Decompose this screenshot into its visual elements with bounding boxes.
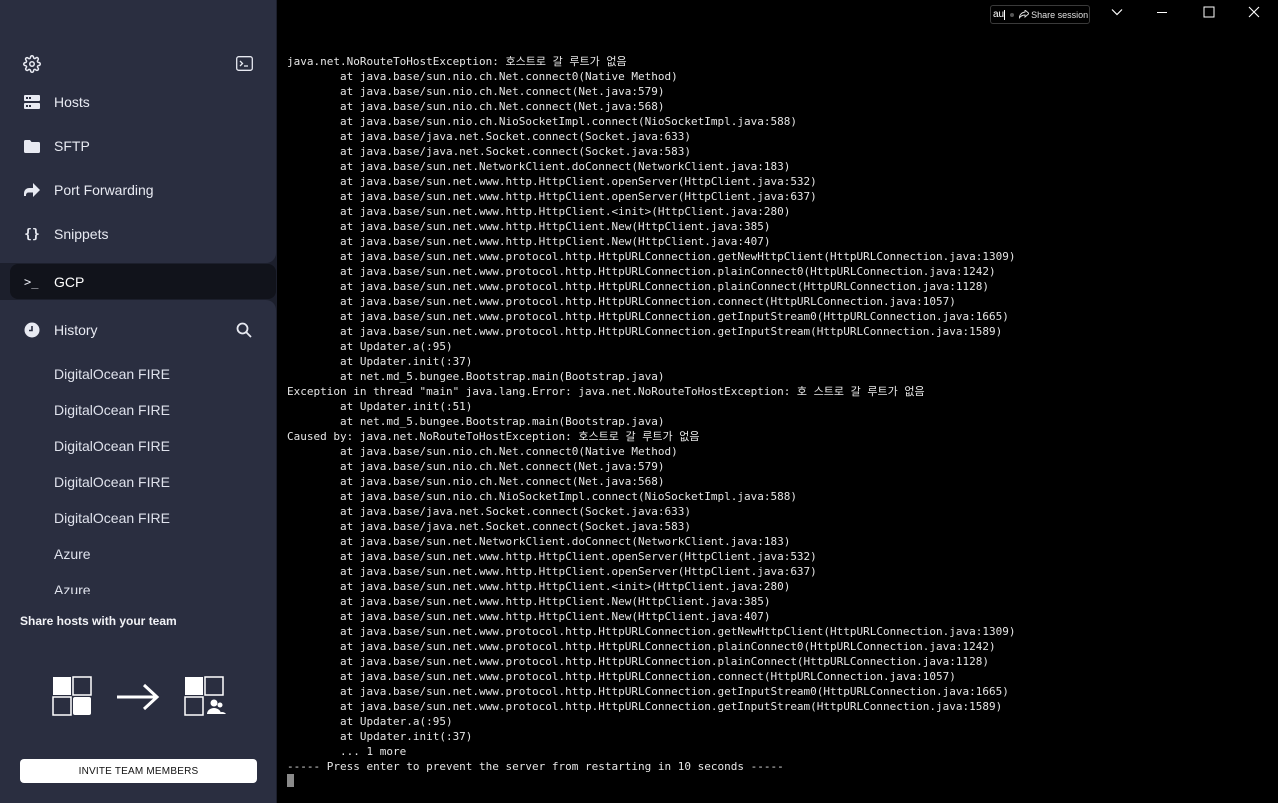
- terminal-line: at Updater.a(:95): [287, 715, 453, 728]
- terminal-line: Exception in thread "main" java.lang.Err…: [287, 385, 925, 398]
- search-session-box[interactable]: au Share session: [990, 5, 1090, 24]
- search-icon[interactable]: [236, 322, 252, 338]
- nav-gcp-label: GCP: [54, 273, 85, 290]
- terminal-icon[interactable]: [236, 56, 253, 71]
- history-item[interactable]: DigitalOcean FIRE: [0, 464, 276, 500]
- terminal-line: at java.base/sun.net.www.protocol.http.H…: [287, 700, 1003, 713]
- nav-sftp[interactable]: SFTP: [0, 126, 276, 166]
- terminal-line: at Updater.init(:37): [287, 355, 473, 368]
- terminal-line: at Updater.init(:51): [287, 400, 473, 413]
- terminal-line: at net.md_5.bungee.Bootstrap.main(Bootst…: [287, 370, 665, 383]
- history-list: DigitalOcean FIRE DigitalOcean FIRE Digi…: [0, 356, 276, 594]
- hosts-grid-icon: [52, 676, 92, 716]
- terminal-line: at java.base/sun.net.NetworkClient.doCon…: [287, 160, 791, 173]
- titlebar: au Share session: [277, 0, 1278, 28]
- terminal-line: at java.base/sun.net.www.protocol.http.H…: [287, 625, 1016, 638]
- hosts-icon: [23, 93, 41, 111]
- close-icon[interactable]: [1247, 5, 1261, 19]
- terminal-cursor: [287, 774, 294, 787]
- sidebar: Hosts SFTP Port Forwarding {} Snippets >…: [0, 0, 277, 803]
- terminal-line: at java.base/sun.net.www.http.HttpClient…: [287, 610, 771, 623]
- port-forward-icon: [23, 181, 41, 199]
- terminal-line: at java.base/sun.net.www.protocol.http.H…: [287, 295, 956, 308]
- terminal-line: at java.base/sun.nio.ch.Net.connect0(Nat…: [287, 445, 678, 458]
- share-illustration: [52, 676, 226, 716]
- nav-sftp-label: SFTP: [54, 138, 90, 154]
- history-item[interactable]: DigitalOcean FIRE: [0, 356, 276, 392]
- terminal-line: at java.base/sun.net.www.protocol.http.H…: [287, 265, 996, 278]
- history-item[interactable]: DigitalOcean FIRE: [0, 428, 276, 464]
- terminal-line: at java.base/sun.nio.ch.Net.connect(Net.…: [287, 100, 665, 113]
- search-input[interactable]: au: [993, 9, 1004, 20]
- terminal-line: java.net.NoRouteToHostException: 호스트로 갈 …: [287, 55, 627, 68]
- terminal-line: at java.base/sun.net.www.protocol.http.H…: [287, 655, 989, 668]
- gear-icon[interactable]: [23, 55, 41, 73]
- history-item[interactable]: DigitalOcean FIRE: [0, 500, 276, 536]
- minimize-icon[interactable]: [1155, 5, 1169, 19]
- sidebar-nav-panel: Hosts SFTP Port Forwarding {} Snippets: [0, 0, 276, 263]
- separator-dot: [1010, 12, 1015, 17]
- terminal-line: at java.base/sun.net.www.protocol.http.H…: [287, 325, 1003, 338]
- terminal-prompt-icon: >_: [24, 274, 39, 289]
- terminal-line: at java.base/sun.nio.ch.NioSocketImpl.co…: [287, 490, 797, 503]
- terminal-line: at java.base/sun.net.www.http.HttpClient…: [287, 565, 817, 578]
- terminal-line: ----- Press enter to prevent the server …: [287, 760, 784, 773]
- terminal-line: at java.base/sun.net.www.protocol.http.H…: [287, 685, 1009, 698]
- team-hosts-icon: [184, 676, 226, 716]
- chevron-down-icon[interactable]: [1110, 5, 1124, 19]
- terminal-line: at java.base/sun.net.www.protocol.http.H…: [287, 250, 1016, 263]
- nav-hosts[interactable]: Hosts: [0, 82, 276, 122]
- nav-gcp-active[interactable]: >_ GCP: [10, 264, 276, 299]
- terminal-line: ... 1 more: [287, 745, 407, 758]
- share-session-label[interactable]: Share session: [1031, 10, 1088, 20]
- terminal-line: at java.base/sun.net.www.http.HttpClient…: [287, 550, 817, 563]
- terminal-output[interactable]: java.net.NoRouteToHostException: 호스트로 갈 …: [287, 54, 1015, 774]
- terminal-line: at java.base/sun.net.www.http.HttpClient…: [287, 235, 771, 248]
- terminal-line: at java.base/sun.nio.ch.Net.connect(Net.…: [287, 85, 665, 98]
- terminal-line: at java.base/sun.net.www.http.HttpClient…: [287, 220, 771, 233]
- share-icon: [1019, 10, 1030, 19]
- terminal-line: at java.base/java.net.Socket.connect(Soc…: [287, 520, 691, 533]
- terminal-line: at net.md_5.bungee.Bootstrap.main(Bootst…: [287, 415, 665, 428]
- invite-team-members-button[interactable]: INVITE TEAM MEMBERS: [20, 759, 257, 783]
- terminal-line: at Updater.a(:95): [287, 340, 453, 353]
- history-item[interactable]: Azure: [0, 536, 276, 572]
- terminal-line: at java.base/sun.net.www.http.HttpClient…: [287, 175, 817, 188]
- terminal-line: at java.base/java.net.Socket.connect(Soc…: [287, 145, 691, 158]
- clock-icon: [24, 322, 40, 338]
- terminal-line: at java.base/sun.net.www.http.HttpClient…: [287, 595, 771, 608]
- nav-port-forwarding[interactable]: Port Forwarding: [0, 170, 276, 210]
- terminal-line: at java.base/sun.nio.ch.Net.connect0(Nat…: [287, 70, 678, 83]
- terminal-line: at java.base/sun.net.NetworkClient.doCon…: [287, 535, 791, 548]
- history-item[interactable]: DigitalOcean FIRE: [0, 392, 276, 428]
- maximize-icon[interactable]: [1202, 5, 1216, 19]
- terminal-line: at java.base/sun.net.www.protocol.http.H…: [287, 640, 996, 653]
- terminal-line: at java.base/sun.nio.ch.Net.connect(Net.…: [287, 460, 665, 473]
- terminal-line: at java.base/sun.net.www.http.HttpClient…: [287, 190, 817, 203]
- nav-snippets[interactable]: {} Snippets: [0, 214, 276, 254]
- history-header[interactable]: History: [0, 310, 276, 350]
- arrow-right-icon: [117, 683, 160, 711]
- terminal-line: at java.base/sun.nio.ch.Net.connect(Net.…: [287, 475, 665, 488]
- terminal-line: at Updater.init(:37): [287, 730, 473, 743]
- nav-hosts-label: Hosts: [54, 94, 90, 110]
- terminal-line: at java.base/sun.net.www.http.HttpClient…: [287, 580, 791, 593]
- terminal-line: at java.base/java.net.Socket.connect(Soc…: [287, 130, 691, 143]
- terminal-line: at java.base/sun.net.www.protocol.http.H…: [287, 670, 956, 683]
- nav-port-forwarding-label: Port Forwarding: [54, 182, 154, 198]
- text-caret: [1004, 9, 1006, 20]
- terminal-line: at java.base/sun.net.www.http.HttpClient…: [287, 205, 791, 218]
- share-hosts-title: Share hosts with your team: [20, 614, 177, 628]
- terminal-line: at java.base/sun.net.www.protocol.http.H…: [287, 280, 989, 293]
- terminal-line: at java.base/sun.net.www.protocol.http.H…: [287, 310, 1009, 323]
- history-item[interactable]: Azure: [0, 572, 276, 594]
- folder-icon: [23, 137, 41, 155]
- history-label: History: [54, 322, 98, 338]
- terminal-pane[interactable]: au Share session java.net.NoRouteToHostE…: [277, 0, 1278, 803]
- nav-snippets-label: Snippets: [54, 226, 109, 242]
- terminal-line: at java.base/sun.nio.ch.NioSocketImpl.co…: [287, 115, 797, 128]
- braces-icon: {}: [24, 226, 40, 242]
- terminal-line: Caused by: java.net.NoRouteToHostExcepti…: [287, 430, 700, 443]
- terminal-line: at java.base/java.net.Socket.connect(Soc…: [287, 505, 691, 518]
